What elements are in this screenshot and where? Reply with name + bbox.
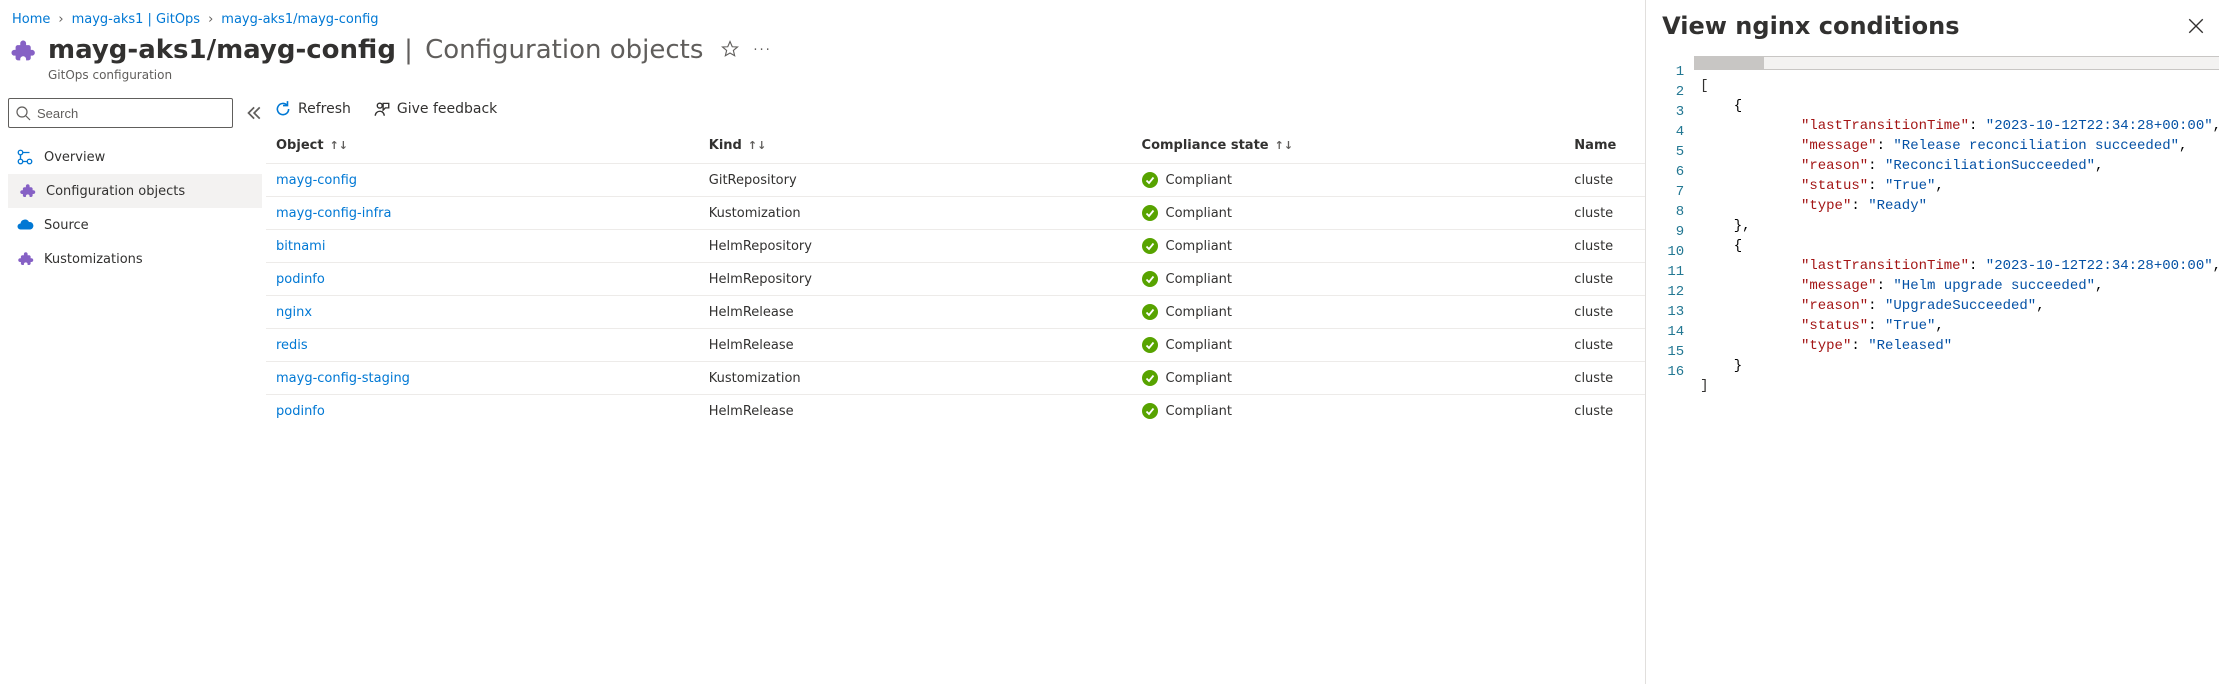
- refresh-icon: [274, 100, 292, 118]
- table-row: mayg-config-infra KustomizationCompliantc…: [266, 197, 1645, 230]
- check-circle-icon: [1142, 304, 1158, 320]
- kind-cell: HelmRepository: [699, 263, 1132, 296]
- col-header-object[interactable]: Object↑↓: [266, 128, 699, 164]
- kind-cell: HelmRelease: [699, 395, 1132, 428]
- sidebar-item-label: Kustomizations: [44, 252, 143, 267]
- kind-cell: HelmRepository: [699, 230, 1132, 263]
- kind-cell: HelmRelease: [699, 296, 1132, 329]
- command-bar: Refresh Give feedback: [266, 94, 1645, 128]
- extension-puzzle-icon: [16, 250, 34, 268]
- col-header-name[interactable]: Name: [1564, 128, 1645, 164]
- state-cell: Compliant: [1132, 296, 1565, 329]
- check-circle-icon: [1142, 403, 1158, 419]
- page-title-main: mayg-aks1/mayg-config: [48, 35, 396, 65]
- kind-cell: GitRepository: [699, 164, 1132, 197]
- kind-cell: Kustomization: [699, 197, 1132, 230]
- code-gutter: 12345678910111213141516: [1646, 56, 1694, 684]
- cloud-icon: [16, 216, 34, 234]
- sidebar-item-label: Source: [44, 218, 89, 233]
- sidebar-item-overview[interactable]: Overview: [8, 140, 262, 174]
- page-title: mayg-aks1/mayg-config | Configuration ob…: [48, 35, 703, 66]
- table-row: bitnami HelmRepositoryCompliantcluste: [266, 230, 1645, 263]
- table-row: podinfo HelmReleaseCompliantcluste: [266, 395, 1645, 428]
- check-circle-icon: [1142, 337, 1158, 353]
- table-row: podinfo HelmRepositoryCompliantcluste: [266, 263, 1645, 296]
- object-link[interactable]: bitnami: [276, 239, 325, 254]
- kind-cell: HelmRelease: [699, 329, 1132, 362]
- state-cell: Compliant: [1132, 362, 1565, 395]
- state-cell: Compliant: [1132, 230, 1565, 263]
- object-link[interactable]: podinfo: [276, 404, 325, 419]
- extension-puzzle-icon: [18, 182, 36, 200]
- object-link[interactable]: podinfo: [276, 272, 325, 287]
- more-icon[interactable]: ···: [753, 43, 771, 58]
- close-button[interactable]: [2187, 17, 2205, 35]
- collapse-sidebar-button[interactable]: [244, 104, 262, 122]
- check-circle-icon: [1142, 238, 1158, 254]
- name-cell: cluste: [1564, 230, 1645, 263]
- sidebar-item-configuration-objects[interactable]: Configuration objects: [8, 174, 262, 208]
- breadcrumb: Home › mayg-aks1 | GitOps › mayg-aks1/ma…: [0, 8, 1645, 35]
- star-icon[interactable]: [721, 40, 739, 62]
- search-input[interactable]: [8, 98, 233, 128]
- name-cell: cluste: [1564, 197, 1645, 230]
- overview-icon: [16, 148, 34, 166]
- panel-title: View nginx conditions: [1662, 12, 1959, 40]
- sort-arrows-icon: ↑↓: [330, 139, 348, 152]
- breadcrumb-l2[interactable]: mayg-aks1/mayg-config: [221, 12, 378, 27]
- kind-cell: Kustomization: [699, 362, 1132, 395]
- table-row: mayg-config GitRepositoryCompliantcluste: [266, 164, 1645, 197]
- check-circle-icon: [1142, 271, 1158, 287]
- state-cell: Compliant: [1132, 197, 1565, 230]
- page-subtitle: GitOps configuration: [0, 68, 1645, 94]
- chevron-right-icon: ›: [208, 12, 213, 27]
- page-title-sub: Configuration objects: [425, 35, 703, 65]
- object-link[interactable]: nginx: [276, 305, 312, 320]
- json-viewer[interactable]: [ { "lastTransitionTime": "2023-10-12T22…: [1694, 70, 2221, 684]
- extension-puzzle-icon: [8, 37, 36, 65]
- give-feedback-button[interactable]: Give feedback: [373, 100, 497, 118]
- table-row: nginx HelmReleaseCompliantcluste: [266, 296, 1645, 329]
- name-cell: cluste: [1564, 362, 1645, 395]
- sidebar-item-label: Overview: [44, 150, 105, 165]
- sort-arrows-icon: ↑↓: [748, 139, 766, 152]
- name-cell: cluste: [1564, 164, 1645, 197]
- object-link[interactable]: mayg-config-infra: [276, 206, 391, 221]
- col-header-kind[interactable]: Kind↑↓: [699, 128, 1132, 164]
- horizontal-scrollbar[interactable]: [1694, 56, 2219, 70]
- state-cell: Compliant: [1132, 329, 1565, 362]
- name-cell: cluste: [1564, 296, 1645, 329]
- table-row: redis HelmReleaseCompliantcluste: [266, 329, 1645, 362]
- object-link[interactable]: mayg-config-staging: [276, 371, 410, 386]
- search-icon: [15, 105, 31, 121]
- feedback-person-icon: [373, 100, 391, 118]
- check-circle-icon: [1142, 172, 1158, 188]
- object-link[interactable]: redis: [276, 338, 308, 353]
- name-cell: cluste: [1564, 329, 1645, 362]
- refresh-button[interactable]: Refresh: [274, 100, 351, 118]
- check-circle-icon: [1142, 370, 1158, 386]
- state-cell: Compliant: [1132, 164, 1565, 197]
- name-cell: cluste: [1564, 395, 1645, 428]
- sidebar-item-kustomizations[interactable]: Kustomizations: [8, 242, 262, 276]
- conditions-panel: View nginx conditions 123456789101112131…: [1645, 0, 2221, 684]
- name-cell: cluste: [1564, 263, 1645, 296]
- sort-arrows-icon: ↑↓: [1275, 139, 1293, 152]
- state-cell: Compliant: [1132, 263, 1565, 296]
- sidebar-nav: Overview Configuration objects Source: [8, 140, 262, 276]
- col-header-state[interactable]: Compliance state↑↓: [1132, 128, 1565, 164]
- config-objects-table: Object↑↓ Kind↑↓ Compliance state↑↓ Name …: [266, 128, 1645, 427]
- breadcrumb-home[interactable]: Home: [12, 12, 50, 27]
- sidebar-item-label: Configuration objects: [46, 184, 185, 199]
- sidebar-item-source[interactable]: Source: [8, 208, 262, 242]
- object-link[interactable]: mayg-config: [276, 173, 357, 188]
- state-cell: Compliant: [1132, 395, 1565, 428]
- chevron-right-icon: ›: [58, 12, 63, 27]
- breadcrumb-l1[interactable]: mayg-aks1 | GitOps: [72, 12, 201, 27]
- check-circle-icon: [1142, 205, 1158, 221]
- table-row: mayg-config-staging KustomizationComplian…: [266, 362, 1645, 395]
